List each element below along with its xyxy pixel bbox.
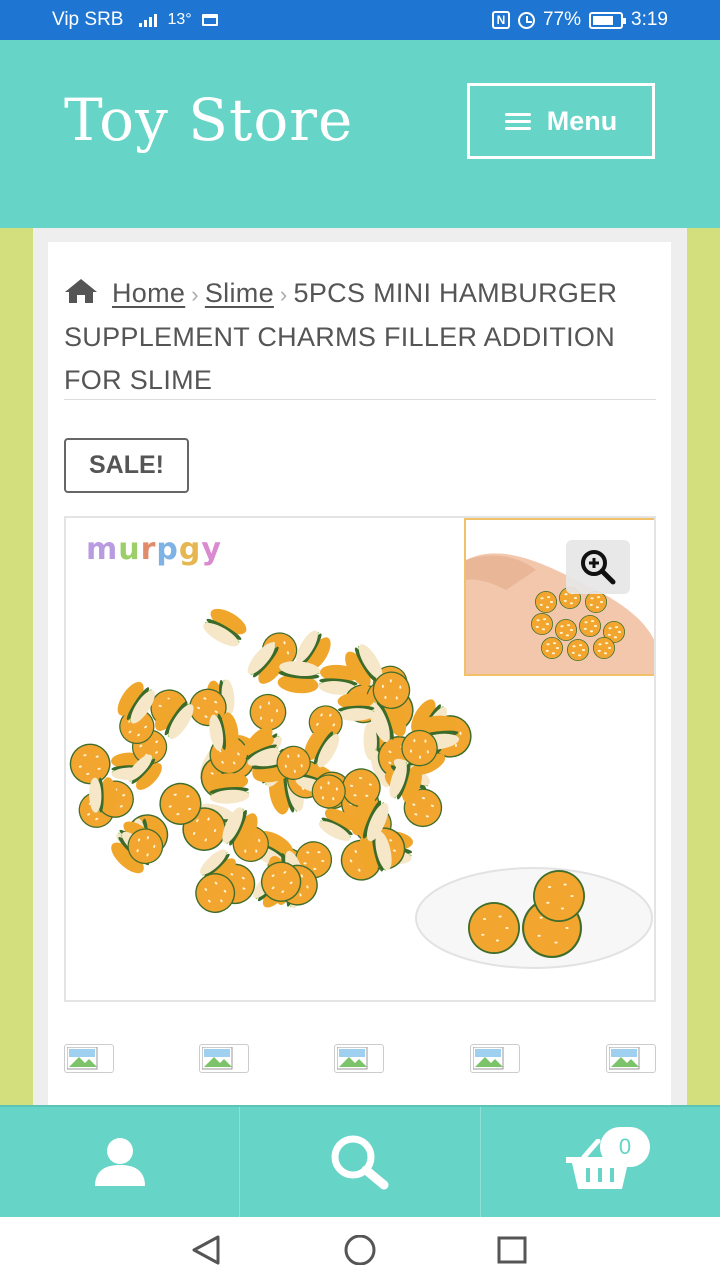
- account-button[interactable]: [0, 1107, 241, 1217]
- temperature-label: 13°: [167, 11, 192, 28]
- nfc-icon: N: [491, 11, 510, 29]
- carrier-label: Vip SRB: [52, 9, 124, 30]
- alarm-icon: [517, 11, 535, 29]
- cart-count-badge: 0: [600, 1127, 650, 1167]
- thumbnail-5[interactable]: [606, 1044, 656, 1073]
- thumbnail-3[interactable]: [334, 1044, 384, 1073]
- user-icon: [94, 1138, 145, 1186]
- site-header: Toy Store Menu: [0, 40, 720, 228]
- divider: [64, 399, 656, 400]
- site-title[interactable]: Toy Store: [64, 86, 353, 154]
- recents-icon[interactable]: [497, 1235, 529, 1265]
- search-button[interactable]: [240, 1107, 481, 1217]
- home-icon: [65, 279, 97, 303]
- status-bar: Vip SRB 13° N 77% 3:19: [0, 0, 720, 40]
- battery-icon: [589, 11, 627, 29]
- thumbnail-4[interactable]: [470, 1044, 520, 1073]
- sale-badge: SALE!: [64, 438, 189, 493]
- hamburger-icon: [504, 112, 531, 130]
- product-image[interactable]: murpgy: [64, 516, 656, 1002]
- breadcrumb: Home › Slime › 5PCS MINI HAMBURGER SUPPLEMEN…: [64, 272, 656, 402]
- back-icon[interactable]: [190, 1235, 222, 1265]
- breadcrumb-home-link[interactable]: Home: [112, 278, 185, 308]
- zoom-button[interactable]: [566, 540, 630, 594]
- signal-icon: [139, 13, 158, 27]
- system-navigation-bar: [0, 1217, 720, 1280]
- menu-button[interactable]: Menu: [467, 83, 655, 159]
- menu-label: Menu: [546, 105, 618, 136]
- thumbnail-1[interactable]: [64, 1044, 114, 1073]
- home-circle-icon[interactable]: [343, 1235, 377, 1265]
- battery-percent: 77%: [542, 9, 582, 30]
- thumbnail-strip: [64, 1044, 656, 1074]
- zoom-in-icon: [581, 550, 616, 585]
- calendar-icon: [201, 14, 218, 26]
- search-icon: [331, 1135, 389, 1190]
- breadcrumb-category-link[interactable]: Slime: [205, 278, 274, 308]
- breadcrumb-separator: ›: [279, 282, 288, 307]
- thumbnail-2[interactable]: [199, 1044, 249, 1073]
- cart-button[interactable]: [481, 1107, 720, 1217]
- breadcrumb-separator: ›: [191, 282, 199, 307]
- clock: 3:19: [631, 9, 668, 30]
